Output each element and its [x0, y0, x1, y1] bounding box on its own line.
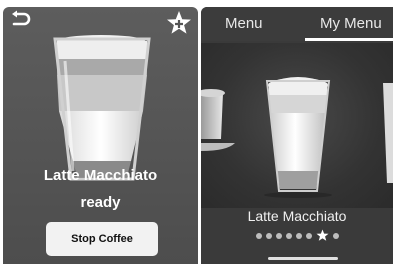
- previous-product-cup[interactable]: [201, 89, 235, 151]
- page-dot[interactable]: [332, 232, 339, 239]
- page-dot[interactable]: [275, 232, 282, 239]
- latte-macchiato-glass-image: [3, 31, 198, 181]
- home-indicator[interactable]: [268, 257, 338, 260]
- page-dot[interactable]: [285, 232, 292, 239]
- product-carousel[interactable]: [201, 43, 393, 208]
- menu-screen: Menu My Menu Latte Macchiato: [201, 7, 393, 264]
- brewing-screen: Latte Macchiato ready Stop Coffee: [3, 7, 198, 264]
- stop-coffee-button[interactable]: Stop Coffee: [46, 222, 158, 256]
- back-button[interactable]: [9, 10, 33, 33]
- current-page-star-icon: [316, 229, 329, 242]
- current-product-name: Latte Macchiato: [247, 208, 347, 224]
- tab-bar: Menu My Menu: [201, 7, 393, 41]
- page-dot[interactable]: [265, 232, 272, 239]
- page-dot[interactable]: [255, 232, 262, 239]
- page-indicator: [201, 229, 393, 242]
- selected-product-glass[interactable]: [264, 77, 332, 198]
- tab-menu[interactable]: Menu: [225, 15, 263, 32]
- selected-tab-indicator: [305, 38, 393, 41]
- page-dot[interactable]: [295, 232, 302, 239]
- next-product-glass[interactable]: [383, 83, 393, 183]
- product-name: Latte Macchiato: [43, 167, 158, 184]
- page-dot[interactable]: [305, 232, 312, 239]
- tab-my-menu[interactable]: My Menu: [320, 15, 382, 32]
- brewing-status: ready: [80, 194, 121, 211]
